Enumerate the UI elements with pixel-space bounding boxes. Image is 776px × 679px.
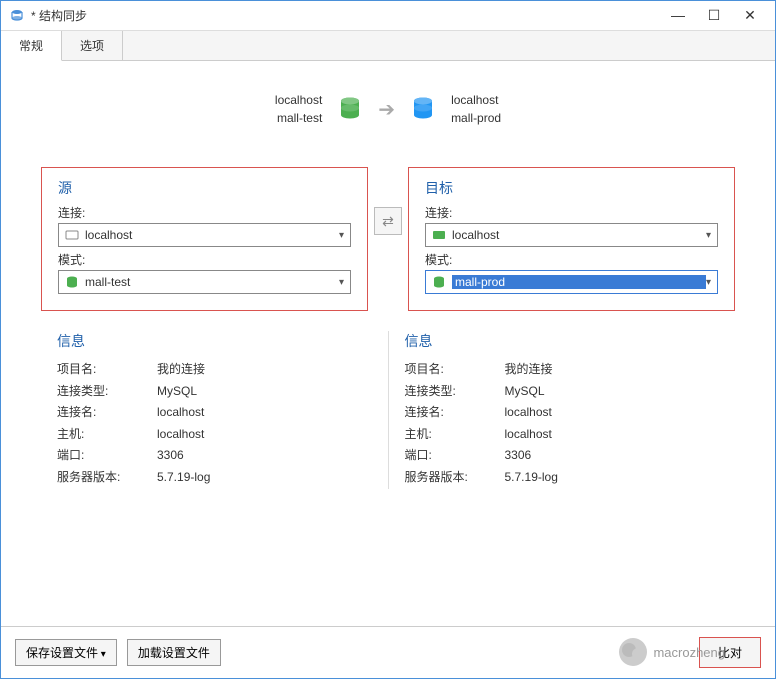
summary-target-schema: mall-prod xyxy=(451,109,501,127)
database-icon xyxy=(409,95,437,123)
tab-bar: 常规 选项 xyxy=(1,31,775,61)
chevron-down-icon: ▾ xyxy=(706,277,711,288)
target-title: 目标 xyxy=(425,178,718,198)
tab-options[interactable]: 选项 xyxy=(62,31,123,60)
target-schema-combo[interactable]: mall-prod ▾ xyxy=(425,270,718,294)
target-schema-value: mall-prod xyxy=(452,275,706,289)
app-icon xyxy=(9,8,25,24)
titlebar: * 结构同步 — ☐ ✕ xyxy=(1,1,775,31)
source-schema-combo[interactable]: mall-test ▾ xyxy=(58,270,351,294)
summary-source-schema: mall-test xyxy=(275,109,322,127)
source-connection-label: 连接: xyxy=(58,204,351,221)
swap-button[interactable]: ⇄ xyxy=(374,207,402,235)
target-info: 信息 项目名:我的连接 连接类型:MySQL 连接名:localhost 主机:… xyxy=(389,331,736,489)
summary-bar: localhost mall-test ➔ localhost mall-pro… xyxy=(1,61,775,167)
chevron-down-icon: ▾ xyxy=(339,230,344,241)
source-title: 源 xyxy=(58,178,351,198)
info-title: 信息 xyxy=(405,331,720,351)
source-connection-combo[interactable]: localhost ▾ xyxy=(58,223,351,247)
source-schema-value: mall-test xyxy=(85,275,339,289)
footer: 保存设置文件 加载设置文件 比对 xyxy=(1,626,775,678)
compare-button[interactable]: 比对 xyxy=(699,637,761,668)
connection-icon xyxy=(432,228,446,242)
minimize-button[interactable]: — xyxy=(669,7,687,24)
maximize-button[interactable]: ☐ xyxy=(705,7,723,24)
target-connection-combo[interactable]: localhost ▾ xyxy=(425,223,718,247)
chevron-down-icon: ▾ xyxy=(706,230,711,241)
load-profile-button[interactable]: 加载设置文件 xyxy=(127,639,221,666)
info-title: 信息 xyxy=(57,331,372,351)
source-schema-label: 模式: xyxy=(58,251,351,268)
chevron-down-icon: ▾ xyxy=(339,277,344,288)
window-title: * 结构同步 xyxy=(31,7,669,24)
database-icon xyxy=(336,95,364,123)
save-profile-button[interactable]: 保存设置文件 xyxy=(15,639,117,666)
close-button[interactable]: ✕ xyxy=(741,7,759,24)
database-icon xyxy=(432,275,446,289)
target-schema-label: 模式: xyxy=(425,251,718,268)
tab-general[interactable]: 常规 xyxy=(1,31,62,61)
source-panel: 源 连接: localhost ▾ 模式: mall-test ▾ xyxy=(41,167,368,311)
target-connection-label: 连接: xyxy=(425,204,718,221)
source-connection-value: localhost xyxy=(85,228,339,242)
summary-target-host: localhost xyxy=(451,91,501,109)
arrow-right-icon: ➔ xyxy=(378,97,395,122)
database-icon xyxy=(65,275,79,289)
connection-icon xyxy=(65,228,79,242)
target-panel: 目标 连接: localhost ▾ 模式: mall-prod ▾ xyxy=(408,167,735,311)
summary-source-host: localhost xyxy=(275,91,322,109)
source-info: 信息 项目名:我的连接 连接类型:MySQL 连接名:localhost 主机:… xyxy=(41,331,389,489)
target-connection-value: localhost xyxy=(452,228,706,242)
